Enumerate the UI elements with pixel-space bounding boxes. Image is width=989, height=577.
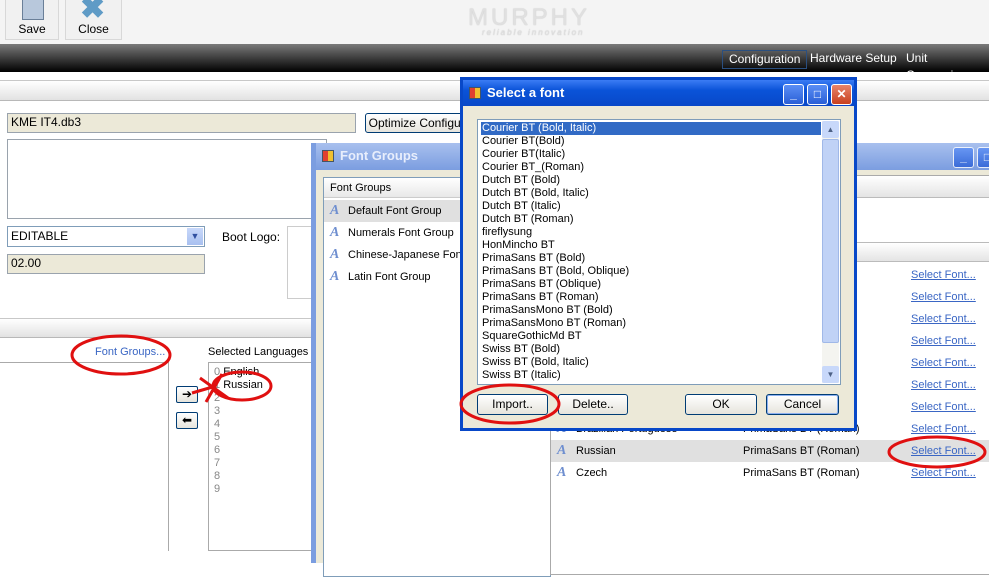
window-icon (469, 87, 481, 99)
font-icon: A (557, 443, 567, 458)
tab-configuration[interactable]: Configuration (722, 50, 808, 69)
font-icon: A (330, 269, 340, 284)
font-list-item[interactable]: Swiss BT (Bold) (481, 343, 560, 356)
font-list-item[interactable]: HonMincho BT (481, 239, 555, 252)
arrow-right-icon: ➔ (181, 387, 193, 401)
font-list-item[interactable]: fireflysung (481, 226, 532, 239)
font-list-item[interactable]: PrimaSansMono BT (Bold) (481, 304, 613, 317)
selected-language-item[interactable]: 4 (214, 418, 220, 431)
selected-language-item[interactable]: 2 (214, 392, 220, 405)
maximize-button[interactable]: □ (977, 147, 989, 168)
font-list-item[interactable]: PrimaSans BT (Bold) (481, 252, 585, 265)
font-list-item[interactable]: Swiss BT (Italic) (481, 369, 561, 382)
available-languages-list[interactable] (0, 362, 169, 551)
toolbar: Save ✖ Close MURPHY reliable innovation (0, 0, 989, 44)
save-icon (22, 0, 44, 20)
scroll-up-icon[interactable]: ▲ (822, 121, 839, 138)
font-list-item[interactable]: Dutch BT (Italic) (481, 200, 561, 213)
chevron-down-icon[interactable]: ▼ (187, 228, 203, 245)
ok-button[interactable]: OK (685, 394, 757, 415)
version-field[interactable]: 02.00 (7, 254, 205, 274)
select-font-link[interactable]: Select Font... (911, 396, 976, 418)
selected-languages-list[interactable]: 0 English 1 Russian 2 3 4 5 6 7 8 9 (208, 362, 313, 551)
select-font-link[interactable]: Select Font... (911, 330, 976, 352)
font-list-item[interactable]: Courier BT_(Roman) (481, 161, 584, 174)
selected-language-item[interactable]: 0 English (214, 366, 259, 379)
font-list-item[interactable]: Dutch BT (Roman) (481, 213, 574, 226)
filename-field[interactable]: KME IT4.db3 (7, 113, 356, 133)
tab-hardware-setup[interactable]: Hardware Setup (804, 50, 903, 69)
close-button[interactable]: ✖ Close (65, 0, 122, 40)
font-name: PrimaSans BT (Roman) (743, 467, 860, 479)
font-icon: A (330, 203, 340, 218)
selected-language-item[interactable]: 3 (214, 405, 220, 418)
font-list-item[interactable]: Swiss BT (Bold, Italic) (481, 356, 589, 369)
close-icon: ✖ (80, 0, 106, 25)
font-list[interactable]: Courier BT (Bold, Italic) Courier BT(Bold… (477, 119, 841, 385)
font-icon: A (557, 465, 567, 480)
window-icon (322, 150, 334, 162)
font-groups-link[interactable]: Font Groups... (95, 346, 165, 358)
font-list-item[interactable]: PrimaSans BT (Bold, Oblique) (481, 265, 629, 278)
language-name: Czech (576, 467, 608, 479)
select-font-link[interactable]: Select Font... (911, 352, 976, 374)
font-list-item[interactable]: SquareGothicMd BT (481, 330, 582, 343)
select-font-link[interactable]: Select Font... (911, 418, 976, 440)
language-name: Russian (576, 445, 616, 457)
mode-select[interactable]: EDITABLE ▼ (7, 226, 205, 247)
selected-language-item[interactable]: 1 Russian (214, 379, 263, 392)
add-language-button[interactable]: ➔ (176, 386, 198, 403)
font-list-item[interactable]: Dutch BT (Bold) (481, 174, 560, 187)
font-list-item[interactable]: Dutch BT (Bold, Italic) (481, 187, 589, 200)
selected-language-item[interactable]: 7 (214, 457, 220, 470)
select-font-link[interactable]: Select Font... (911, 374, 976, 396)
cancel-button[interactable]: Cancel (766, 394, 839, 415)
font-list-item[interactable]: PrimaSansMono BT (Roman) (481, 317, 626, 330)
selected-languages-label: Selected Languages (208, 346, 309, 358)
scroll-down-icon[interactable]: ▼ (822, 366, 839, 383)
font-icon: A (330, 247, 340, 262)
delete-button[interactable]: Delete.. (558, 394, 628, 415)
selected-language-item[interactable]: 9 (214, 483, 220, 496)
font-list-item[interactable]: Courier BT(Italic) (481, 148, 565, 161)
select-font-link[interactable]: Select Font... (911, 440, 976, 462)
boot-logo-label: Boot Logo: (222, 230, 281, 244)
minimize-button[interactable]: _ (953, 147, 974, 168)
font-icon: A (330, 225, 340, 240)
minimize-button[interactable]: _ (783, 84, 804, 105)
tab-unit-conversion[interactable]: Unit Conversion (900, 50, 989, 82)
select-font-link[interactable]: Select Font... (911, 462, 976, 484)
maximize-button[interactable]: □ (807, 84, 828, 105)
optimize-configuration-button[interactable]: Optimize Configura (365, 113, 475, 133)
remove-language-button[interactable]: ⬅ (176, 412, 198, 429)
select-font-title-bar: Select a font _ □ ✕ (463, 80, 854, 106)
font-list-item[interactable]: Courier BT(Bold) (481, 135, 565, 148)
import-button[interactable]: Import.. (477, 394, 548, 415)
font-name: PrimaSans BT (Roman) (743, 445, 860, 457)
select-font-link[interactable]: Select Font... (911, 308, 976, 330)
scrollbar[interactable]: ▲ ▼ (822, 121, 839, 383)
select-font-dialog: Select a font _ □ ✕ Courier BT (Bold, It… (460, 77, 857, 431)
save-button[interactable]: Save (5, 0, 59, 40)
font-list-item[interactable]: PrimaSans BT (Roman) (481, 291, 599, 304)
language-font-row[interactable]: A Czech PrimaSans BT (Roman) Select Font… (551, 462, 989, 484)
description-textarea[interactable] (7, 139, 327, 219)
selected-language-item[interactable]: 5 (214, 431, 220, 444)
select-font-link[interactable]: Select Font... (911, 264, 976, 286)
murphy-logo: MURPHY reliable innovation (468, 4, 591, 37)
close-button[interactable]: ✕ (831, 84, 852, 105)
select-font-link[interactable]: Select Font... (911, 286, 976, 308)
selected-language-item[interactable]: 6 (214, 444, 220, 457)
scrollbar-thumb[interactable] (822, 139, 839, 343)
arrow-left-icon: ⬅ (181, 413, 193, 427)
selected-language-item[interactable]: 8 (214, 470, 220, 483)
language-font-row[interactable]: A Russian PrimaSans BT (Roman) Select Fo… (551, 440, 989, 462)
font-list-item[interactable]: PrimaSans BT (Oblique) (481, 278, 601, 291)
font-list-item[interactable]: Courier BT (Bold, Italic) (481, 122, 821, 135)
